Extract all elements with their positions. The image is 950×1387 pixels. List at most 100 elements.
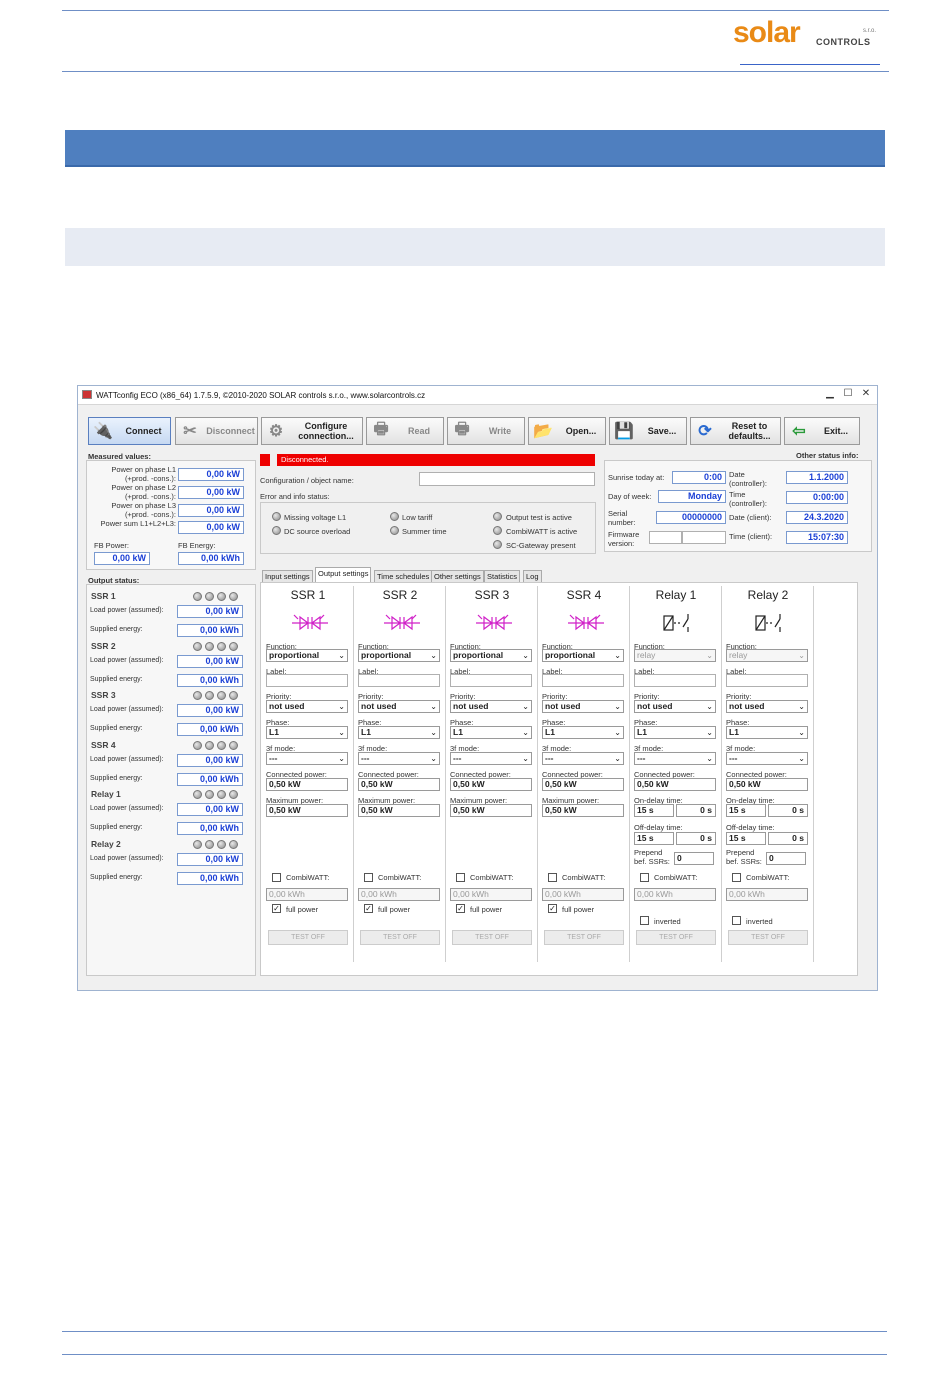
write-icon: 🖶 — [454, 420, 470, 438]
function-select[interactable]: proportional ⌄ — [542, 649, 624, 662]
combiwatt-checkbox[interactable] — [272, 873, 281, 882]
priority-select[interactable]: not used ⌄ — [450, 700, 532, 713]
maximum-power-input[interactable]: 0,50 kW — [358, 804, 440, 817]
test-off-button[interactable]: TEST OFF — [728, 930, 808, 945]
prepend-input[interactable]: 0 — [674, 852, 714, 865]
channel-name: SSR 4 — [566, 588, 602, 602]
connected-power-input[interactable]: 0,50 kW — [358, 778, 440, 791]
disconnect-button[interactable]: ✂ Disconnect — [175, 417, 258, 445]
mode3f-select[interactable]: --- ⌄ — [726, 752, 808, 765]
label-input[interactable] — [266, 674, 348, 687]
phase-value: L1 — [453, 727, 463, 737]
time-controller-value: 0:00:00 — [786, 491, 848, 504]
function-select[interactable]: proportional ⌄ — [266, 649, 348, 662]
output-led — [193, 592, 202, 601]
power-sum-label: Power sum L1+L2+L3: — [100, 519, 176, 528]
connected-power-input[interactable]: 0,50 kW — [542, 778, 624, 791]
on-delay-input[interactable]: 15 s — [634, 804, 674, 817]
full-power-checkbox[interactable]: ✓ — [272, 904, 281, 913]
tab-input-settings[interactable]: Input settings — [262, 570, 313, 582]
combiwatt-checkbox[interactable] — [732, 873, 741, 882]
reset-defaults-button[interactable]: ⟳ Reset to defaults... — [690, 417, 781, 445]
function-select[interactable]: relay ⌄ — [634, 649, 716, 662]
off-delay-input[interactable]: 15 s — [726, 832, 766, 845]
mode3f-select[interactable]: --- ⌄ — [634, 752, 716, 765]
mode3f-select[interactable]: --- ⌄ — [266, 752, 348, 765]
phase-select[interactable]: L1 ⌄ — [634, 726, 716, 739]
output-led — [229, 740, 238, 750]
combiwatt-checkbox[interactable] — [364, 873, 373, 882]
serial-label: Serial number: — [608, 509, 636, 527]
test-off-button[interactable]: TEST OFF — [636, 930, 716, 945]
tab-log[interactable]: Log — [523, 570, 542, 582]
phase-select[interactable]: L1 ⌄ — [542, 726, 624, 739]
maximum-power-input[interactable]: 0,50 kW — [266, 804, 348, 817]
connected-power-input[interactable]: 0,50 kW — [450, 778, 532, 791]
priority-select[interactable]: not used ⌄ — [266, 700, 348, 713]
priority-select[interactable]: not used ⌄ — [726, 700, 808, 713]
write-button[interactable]: 🖶 Write — [447, 417, 525, 445]
full-power-checkbox[interactable]: ✓ — [548, 904, 557, 913]
on-delay-input[interactable]: 15 s — [726, 804, 766, 817]
serial-value: 00000000 — [656, 511, 726, 524]
full-power-checkbox[interactable]: ✓ — [364, 904, 373, 913]
write-label: Write — [488, 426, 512, 436]
combiwatt-checkbox[interactable] — [548, 873, 557, 882]
config-name-input[interactable] — [419, 472, 595, 486]
function-select[interactable]: relay ⌄ — [726, 649, 808, 662]
firmware-label: Firmware version: — [608, 530, 640, 548]
label-input[interactable] — [542, 674, 624, 687]
combiwatt-checkbox[interactable] — [640, 873, 649, 882]
connected-power-input[interactable]: 0,50 kW — [266, 778, 348, 791]
fb-power-value: 0,00 kW — [94, 552, 150, 565]
function-select[interactable]: proportional ⌄ — [450, 649, 532, 662]
mode3f-select[interactable]: --- ⌄ — [358, 752, 440, 765]
off-delay-input[interactable]: 15 s — [634, 832, 674, 845]
phase-select[interactable]: L1 ⌄ — [266, 726, 348, 739]
test-off-button[interactable]: TEST OFF — [544, 930, 624, 945]
test-off-button[interactable]: TEST OFF — [452, 930, 532, 945]
priority-select[interactable]: not used ⌄ — [634, 700, 716, 713]
tab-time-schedules[interactable]: Time schedules — [374, 570, 433, 582]
function-select[interactable]: proportional ⌄ — [358, 649, 440, 662]
inverted-checkbox[interactable] — [640, 916, 649, 925]
tab-other-settings[interactable]: Other settings — [431, 570, 484, 582]
chevron-down-icon: ⌄ — [522, 754, 529, 763]
chevron-down-icon: ⌄ — [706, 651, 713, 660]
label-input[interactable] — [726, 674, 808, 687]
exit-button[interactable]: ⇦ Exit... — [784, 417, 860, 445]
read-button[interactable]: 🖶 Read — [366, 417, 444, 445]
maximum-power-input[interactable]: 0,50 kW — [542, 804, 624, 817]
prepend-input[interactable]: 0 — [766, 852, 806, 865]
save-button[interactable]: 💾 Save... — [609, 417, 687, 445]
maximize-button[interactable]: ☐ — [839, 387, 857, 401]
footer-rule-bottom — [62, 1354, 887, 1355]
phase-select[interactable]: L1 ⌄ — [358, 726, 440, 739]
label-input[interactable] — [358, 674, 440, 687]
combiwatt-checkbox[interactable] — [456, 873, 465, 882]
tab-output-settings[interactable]: Output settings — [315, 567, 372, 582]
tab-statistics[interactable]: Statistics — [484, 570, 521, 582]
close-button[interactable]: ✕ — [857, 387, 875, 401]
phase-select[interactable]: L1 ⌄ — [726, 726, 808, 739]
connected-power-input[interactable]: 0,50 kW — [726, 778, 808, 791]
priority-select[interactable]: not used ⌄ — [358, 700, 440, 713]
full-power-checkbox[interactable]: ✓ — [456, 904, 465, 913]
phase-select[interactable]: L1 ⌄ — [450, 726, 532, 739]
inverted-checkbox[interactable] — [732, 916, 741, 925]
maximum-power-input[interactable]: 0,50 kW — [450, 804, 532, 817]
exit-door-icon: ⇦ — [792, 423, 806, 440]
label-input[interactable] — [450, 674, 532, 687]
priority-select[interactable]: not used ⌄ — [542, 700, 624, 713]
mode3f-select[interactable]: --- ⌄ — [450, 752, 532, 765]
mode3f-select[interactable]: --- ⌄ — [542, 752, 624, 765]
minimize-button[interactable]: ▁ — [821, 387, 839, 401]
configure-connection-button[interactable]: ⚙ Configure connection... — [261, 417, 363, 445]
channel-column: SSR 2 Function: proportional ⌄ Label: Priorit… — [356, 582, 448, 964]
test-off-button[interactable]: TEST OFF — [360, 930, 440, 945]
label-input[interactable] — [634, 674, 716, 687]
connected-power-input[interactable]: 0,50 kW — [634, 778, 716, 791]
test-off-button[interactable]: TEST OFF — [268, 930, 348, 945]
connect-button[interactable]: 🔌 Connect — [88, 417, 171, 445]
open-button[interactable]: 📂 Open... — [528, 417, 606, 445]
